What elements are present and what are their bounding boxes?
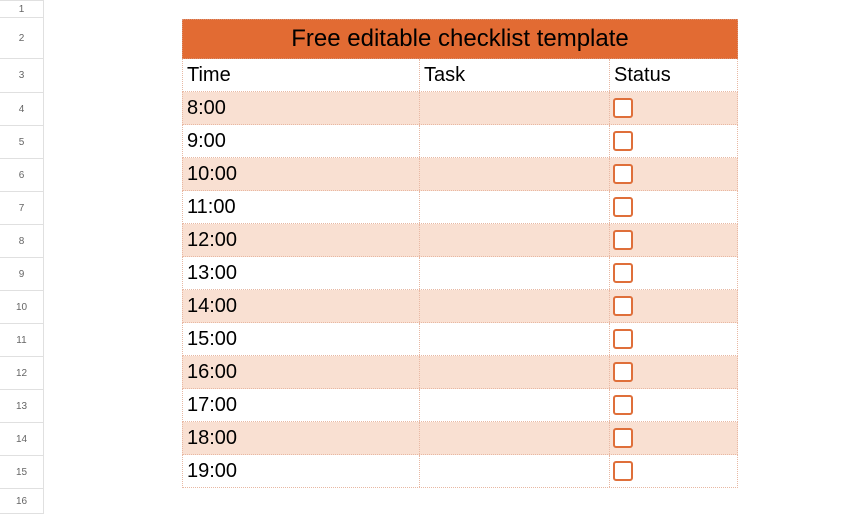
task-cell[interactable]: [420, 224, 610, 256]
status-cell[interactable]: [610, 356, 737, 388]
checkbox[interactable]: [613, 263, 633, 283]
table-row: 14:00: [182, 290, 738, 323]
status-cell[interactable]: [610, 224, 737, 256]
time-cell[interactable]: 16:00: [183, 356, 420, 388]
checkbox[interactable]: [613, 98, 633, 118]
status-cell[interactable]: [610, 389, 737, 421]
table-row: 12:00: [182, 224, 738, 257]
checklist-title[interactable]: Free editable checklist template: [182, 19, 738, 59]
row-header[interactable]: 13: [0, 390, 44, 423]
time-cell[interactable]: 18:00: [183, 422, 420, 454]
row-header[interactable]: 15: [0, 456, 44, 489]
table-row: 8:00: [182, 92, 738, 125]
checklist-region: Free editable checklist template Time Ta…: [182, 19, 738, 488]
status-cell[interactable]: [610, 323, 737, 355]
table-row: 16:00: [182, 356, 738, 389]
time-cell[interactable]: 8:00: [183, 92, 420, 124]
row-header[interactable]: 1: [0, 1, 44, 18]
status-cell[interactable]: [610, 257, 737, 289]
task-cell[interactable]: [420, 389, 610, 421]
table-row: 15:00: [182, 323, 738, 356]
row-header[interactable]: 5: [0, 126, 44, 159]
checkbox[interactable]: [613, 395, 633, 415]
table-row: 19:00: [182, 455, 738, 488]
checkbox[interactable]: [613, 362, 633, 382]
table-row: 18:00: [182, 422, 738, 455]
checkbox[interactable]: [613, 131, 633, 151]
header-row: Time Task Status: [182, 59, 738, 92]
header-task[interactable]: Task: [420, 59, 610, 91]
checkbox[interactable]: [613, 428, 633, 448]
table-row: 13:00: [182, 257, 738, 290]
row-header[interactable]: 12: [0, 357, 44, 390]
checkbox[interactable]: [613, 230, 633, 250]
time-cell[interactable]: 9:00: [183, 125, 420, 157]
time-cell[interactable]: 17:00: [183, 389, 420, 421]
checkbox[interactable]: [613, 461, 633, 481]
row-headers: 12345678910111213141516: [0, 0, 44, 531]
time-cell[interactable]: 10:00: [183, 158, 420, 190]
task-cell[interactable]: [420, 191, 610, 223]
status-cell[interactable]: [610, 455, 737, 487]
task-cell[interactable]: [420, 290, 610, 322]
row-header[interactable]: 14: [0, 423, 44, 456]
spreadsheet-grid[interactable]: Free editable checklist template Time Ta…: [44, 1, 841, 531]
header-status[interactable]: Status: [610, 59, 737, 91]
task-cell[interactable]: [420, 158, 610, 190]
time-cell[interactable]: 14:00: [183, 290, 420, 322]
status-cell[interactable]: [610, 125, 737, 157]
status-cell[interactable]: [610, 92, 737, 124]
task-cell[interactable]: [420, 92, 610, 124]
checkbox[interactable]: [613, 164, 633, 184]
task-cell[interactable]: [420, 422, 610, 454]
time-cell[interactable]: 12:00: [183, 224, 420, 256]
status-cell[interactable]: [610, 191, 737, 223]
time-cell[interactable]: 11:00: [183, 191, 420, 223]
table-row: 17:00: [182, 389, 738, 422]
row-header[interactable]: 6: [0, 159, 44, 192]
row-header[interactable]: 16: [0, 489, 44, 514]
row-header[interactable]: 4: [0, 93, 44, 126]
row-header[interactable]: 10: [0, 291, 44, 324]
task-cell[interactable]: [420, 125, 610, 157]
status-cell[interactable]: [610, 422, 737, 454]
checkbox[interactable]: [613, 296, 633, 316]
time-cell[interactable]: 15:00: [183, 323, 420, 355]
task-cell[interactable]: [420, 323, 610, 355]
header-time[interactable]: Time: [183, 59, 420, 91]
table-row: 11:00: [182, 191, 738, 224]
time-cell[interactable]: 13:00: [183, 257, 420, 289]
row-header[interactable]: 3: [0, 59, 44, 93]
table-row: 9:00: [182, 125, 738, 158]
row-header[interactable]: 2: [0, 18, 44, 59]
table-row: 10:00: [182, 158, 738, 191]
checkbox[interactable]: [613, 329, 633, 349]
row-header[interactable]: 9: [0, 258, 44, 291]
row-header[interactable]: 7: [0, 192, 44, 225]
task-cell[interactable]: [420, 257, 610, 289]
task-cell[interactable]: [420, 455, 610, 487]
status-cell[interactable]: [610, 158, 737, 190]
row-header[interactable]: 11: [0, 324, 44, 357]
checkbox[interactable]: [613, 197, 633, 217]
task-cell[interactable]: [420, 356, 610, 388]
row-header[interactable]: 8: [0, 225, 44, 258]
status-cell[interactable]: [610, 290, 737, 322]
time-cell[interactable]: 19:00: [183, 455, 420, 487]
